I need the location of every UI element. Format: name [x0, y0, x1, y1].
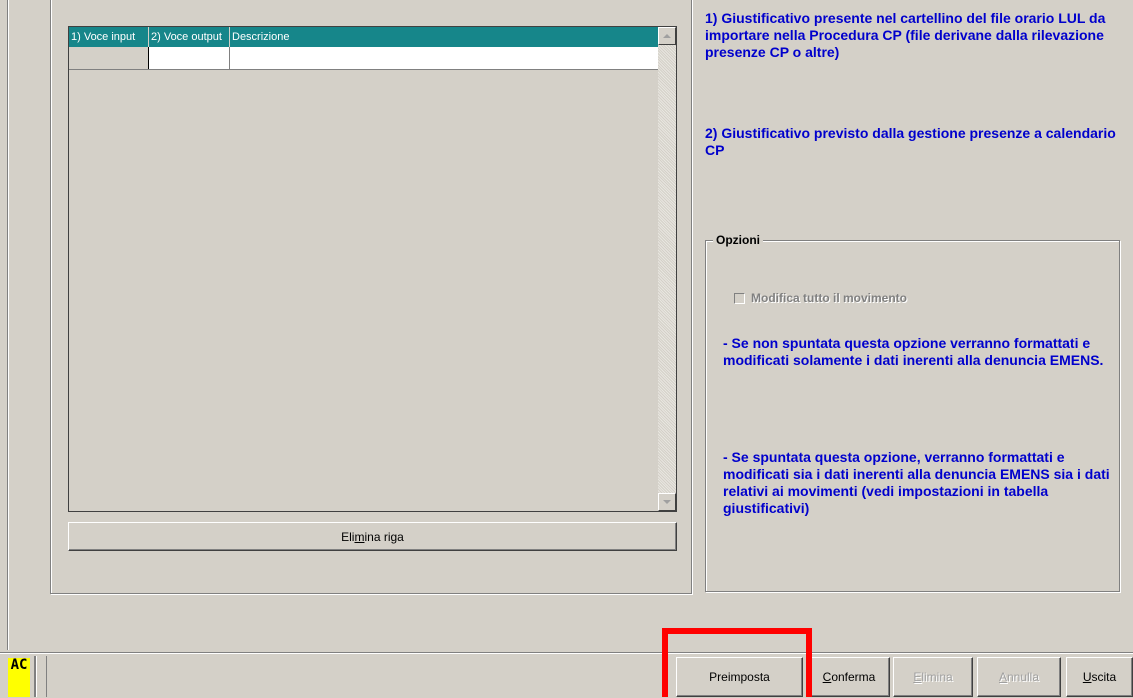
toolbar-divider [34, 656, 37, 697]
opzioni-help-checked: - Se spuntata questa opzione, verranno f… [723, 449, 1110, 516]
elimina-button[interactable]: Elimina [893, 657, 973, 697]
column-header-descrizione[interactable]: Descrizione [230, 27, 659, 47]
app-logo: AC [8, 658, 30, 697]
uscita-label: Uscita [1083, 670, 1116, 684]
label-part: limina [921, 670, 953, 684]
table-row[interactable] [69, 47, 659, 70]
preimposta-button[interactable]: Preimposta [676, 657, 803, 697]
label-part: ina riga [364, 529, 404, 544]
scroll-up-button[interactable] [658, 27, 676, 45]
accelerator-key: A [998, 670, 1007, 684]
label-part: onferma [831, 670, 876, 684]
conferma-label: Conferma [823, 670, 876, 684]
accelerator-key: m [354, 529, 365, 544]
cell-descrizione[interactable] [230, 47, 659, 69]
info-voce-output: 2) Giustificativo previsto dalla gestion… [705, 125, 1116, 158]
uscita-button[interactable]: Uscita [1066, 657, 1133, 697]
modifica-tutto-label: Modifica tutto il movimento [751, 291, 907, 305]
accelerator-key: C [822, 670, 832, 684]
elimina-riga-button[interactable]: Elimina riga [68, 522, 677, 551]
column-header-voce-input[interactable]: 1) Voce input [69, 27, 149, 47]
annulla-label: Annulla [999, 670, 1039, 684]
cell-voce-input[interactable] [69, 47, 149, 69]
elimina-label: Elimina [913, 670, 952, 684]
mapping-grid[interactable]: 1) Voce input 2) Voce output Descrizione [68, 26, 677, 512]
info-voce-input: 1) Giustificativo presente nel cartellin… [705, 10, 1106, 60]
conferma-button[interactable]: Conferma [808, 657, 890, 697]
modifica-tutto-checkbox[interactable] [734, 292, 745, 304]
scroll-down-button[interactable] [658, 493, 676, 511]
arrow-up-icon [663, 34, 671, 38]
arrow-down-icon [663, 500, 671, 504]
cell-voce-output[interactable] [149, 47, 230, 69]
label-part: scita [1091, 670, 1117, 684]
elimina-riga-label: Elimina riga [341, 530, 404, 544]
label-part: nnulla [1006, 670, 1040, 684]
frame-border-highlight [8, 0, 9, 650]
vertical-scrollbar[interactable] [658, 27, 676, 511]
opzioni-help-unchecked: - Se non spuntata questa opzione verrann… [723, 335, 1104, 368]
annulla-button[interactable]: Annulla [977, 657, 1061, 697]
label-part: Eli [341, 529, 355, 544]
opzioni-title: Opzioni [713, 233, 763, 247]
column-header-voce-output[interactable]: 2) Voce output [149, 27, 230, 47]
grid-header: 1) Voce input 2) Voce output Descrizione [69, 27, 659, 47]
modifica-tutto-checkbox-row: Modifica tutto il movimento [734, 291, 907, 305]
toolbar-divider [46, 656, 47, 697]
